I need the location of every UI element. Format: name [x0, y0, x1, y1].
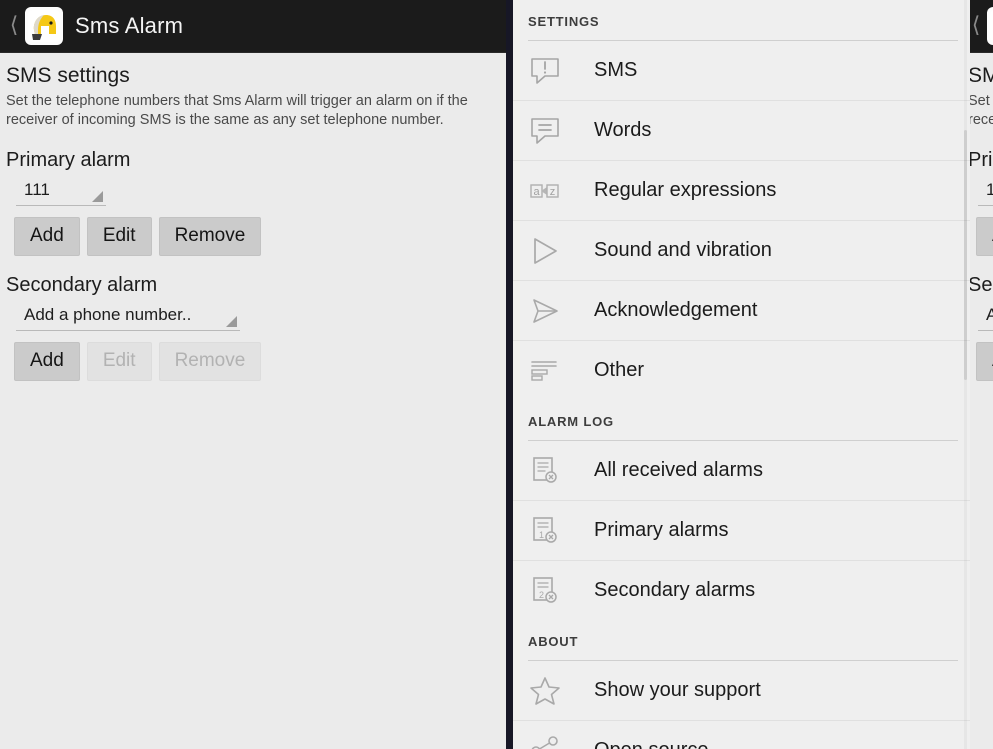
speech-bubble-exclamation-icon — [528, 52, 574, 90]
nav-item-label: SMS — [594, 59, 638, 81]
nav-item-other[interactable]: Other — [513, 341, 970, 400]
scrollbar-thumb[interactable] — [964, 130, 967, 380]
secondary-alarm-buttons: Add Edit Remove — [14, 341, 496, 381]
panel-divider — [506, 0, 513, 749]
group-header-about: ABOUT — [528, 634, 579, 649]
nav-item-all-received-alarms[interactable]: All received alarms — [513, 441, 970, 501]
spinner-caret-icon — [226, 315, 237, 327]
nav-item-regular-expressions[interactable]: az Regular expressions — [513, 161, 970, 221]
list-lines-icon — [528, 352, 574, 390]
nav-item-label: Open source — [594, 739, 709, 749]
primary-alarm-buttons: Add Edit Remove — [976, 216, 993, 256]
document-delete-icon — [528, 452, 574, 490]
screenshot-stage: ⟨ Sms Alarm SMS settings Set the telepho… — [0, 0, 993, 749]
page-description: Set the telephone numbers that Sms Alarm… — [970, 93, 993, 129]
navigation-drawer-panel: SETTINGS SMS Words az Regular expression… — [513, 0, 970, 749]
settings-content: SMS settings Set the telephone numbers t… — [0, 52, 506, 381]
share-nodes-icon — [528, 732, 574, 749]
paper-plane-icon — [528, 292, 574, 330]
secondary-remove-button: Remove — [158, 341, 262, 381]
nav-item-acknowledgement[interactable]: Acknowledgement — [513, 281, 970, 341]
nav-item-label: Regular expressions — [594, 179, 777, 201]
back-chevron-icon[interactable]: ⟨ — [4, 11, 24, 41]
spinner-caret-icon — [92, 190, 103, 202]
settings-content: SMS settings Set the telephone numbers t… — [970, 52, 993, 381]
nav-item-label: Primary alarms — [594, 519, 729, 541]
secondary-alarm-spinner[interactable]: Add a phone number.. — [16, 303, 240, 331]
app-bar: ⟨ Sms Alarm — [0, 0, 506, 52]
primary-remove-button[interactable]: Remove — [158, 216, 262, 256]
sms-settings-panel: ⟨ Sms Alarm SMS settings Set the telepho… — [0, 0, 506, 749]
svg-text:a: a — [533, 186, 540, 198]
document-delete-one-icon: 1 — [528, 512, 574, 550]
star-icon — [528, 672, 574, 710]
app-logo-icon[interactable] — [25, 7, 63, 45]
back-chevron-icon[interactable]: ⟨ — [970, 11, 986, 41]
a-to-z-translate-icon: az — [528, 172, 574, 210]
speech-bubble-lines-icon — [528, 112, 574, 150]
nav-item-words[interactable]: Words — [513, 101, 970, 161]
nav-item-sound-and-vibration[interactable]: Sound and vibration — [513, 221, 970, 281]
clipped-panel-inner: ⟨ Sms Alarm SMS settings Set the telepho… — [970, 0, 993, 749]
document-delete-two-icon: 2 — [528, 572, 574, 610]
secondary-edit-button: Edit — [86, 341, 152, 381]
nav-item-label: All received alarms — [594, 459, 763, 481]
app-title: Sms Alarm — [75, 13, 184, 38]
secondary-alarm-heading: Secondary alarm — [970, 273, 993, 296]
nav-item-label: Words — [594, 119, 652, 141]
page-title: SMS settings — [6, 64, 130, 87]
group-header-alarm-log: ALARM LOG — [528, 414, 614, 429]
primary-add-button[interactable]: Add — [14, 216, 80, 256]
primary-alarm-spinner[interactable]: 111 — [16, 178, 106, 206]
svg-text:1: 1 — [539, 530, 544, 540]
secondary-alarm-buttons: Add Edit Remove — [976, 341, 993, 381]
primary-alarm-buttons: Add Edit Remove — [14, 216, 496, 256]
primary-add-button[interactable]: Add — [976, 216, 993, 256]
svg-text:z: z — [550, 186, 556, 198]
primary-alarm-spinner[interactable]: 111 — [978, 178, 993, 206]
svg-text:2: 2 — [539, 590, 544, 600]
nav-item-label: Sound and vibration — [594, 239, 772, 261]
secondary-alarm-spinner-value: Add a phone number.. — [986, 304, 993, 324]
primary-alarm-spinner-value: 111 — [24, 179, 50, 199]
secondary-alarm-spinner[interactable]: Add a phone number.. — [978, 303, 993, 331]
page-title: SMS settings — [970, 64, 993, 87]
nav-item-show-your-support[interactable]: Show your support — [513, 661, 970, 721]
secondary-add-button[interactable]: Add — [976, 341, 993, 381]
secondary-alarm-spinner-value: Add a phone number.. — [24, 304, 192, 324]
play-triangle-icon — [528, 232, 574, 270]
nav-item-label: Show your support — [594, 679, 761, 701]
nav-item-primary-alarms[interactable]: 1 Primary alarms — [513, 501, 970, 561]
nav-item-label: Secondary alarms — [594, 579, 756, 601]
navigation-list: SETTINGS SMS Words az Regular expression… — [513, 0, 970, 749]
sms-settings-panel-clipped: ⟨ Sms Alarm SMS settings Set the telepho… — [970, 0, 993, 749]
primary-alarm-heading: Primary alarm — [6, 148, 131, 171]
nav-item-sms[interactable]: SMS — [513, 41, 970, 101]
secondary-add-button[interactable]: Add — [14, 341, 80, 381]
nav-item-secondary-alarms[interactable]: 2 Secondary alarms — [513, 561, 970, 620]
nav-item-label: Other — [594, 359, 645, 381]
nav-item-label: Acknowledgement — [594, 299, 758, 321]
primary-edit-button[interactable]: Edit — [86, 216, 152, 256]
page-description: Set the telephone numbers that Sms Alarm… — [6, 93, 468, 129]
primary-alarm-spinner-value: 111 — [986, 179, 993, 199]
primary-alarm-heading: Primary alarm — [970, 148, 993, 171]
group-header-settings: SETTINGS — [528, 14, 600, 29]
secondary-alarm-heading: Secondary alarm — [6, 273, 158, 296]
nav-item-open-source[interactable]: Open source — [513, 721, 970, 749]
app-bar: ⟨ Sms Alarm — [970, 0, 993, 52]
app-logo-icon[interactable] — [987, 7, 993, 45]
